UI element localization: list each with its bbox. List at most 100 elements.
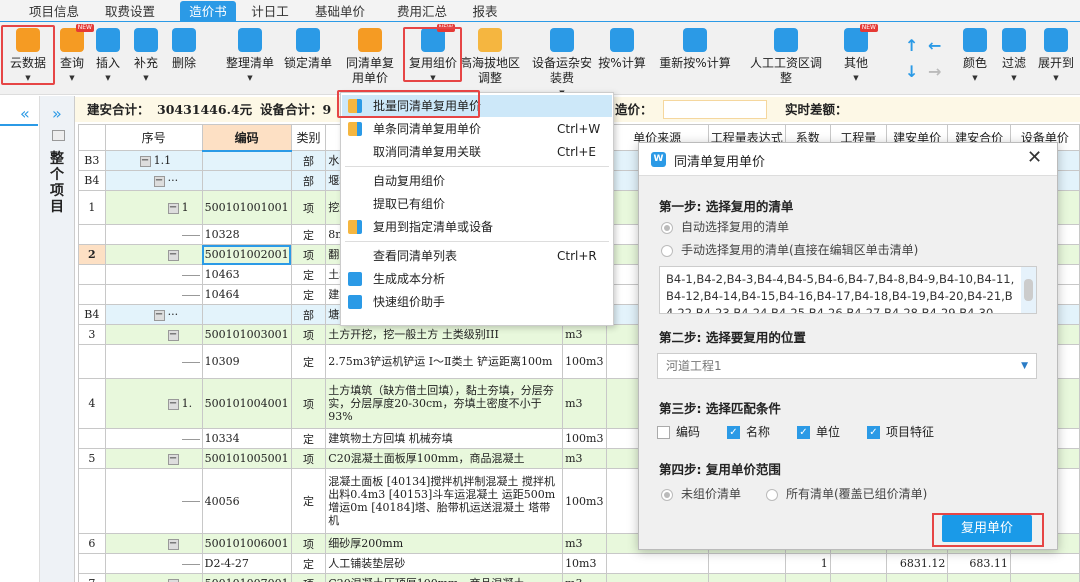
unpriced-only-radio[interactable]: 未组价清单 (661, 485, 741, 502)
collapse-icon[interactable]: − (167, 202, 179, 214)
column-header-0[interactable] (78, 124, 106, 151)
condition-checkbox-2[interactable]: ✓ 单位 (797, 423, 840, 440)
toolbar-button-4[interactable]: 删除 (168, 26, 200, 71)
code-cell[interactable]: 10328 (201, 224, 292, 245)
manual-select-radio[interactable]: 手动选择复用的清单(直接在编辑区单击清单) (661, 241, 918, 258)
location-select[interactable]: 河道工程1 ▼ (657, 353, 1037, 379)
tree-line (181, 563, 200, 565)
menu-item-6[interactable]: 复用到指定清单或设备 (342, 216, 612, 238)
tab-0[interactable]: 项目信息 (22, 1, 86, 22)
scroll-thumb[interactable] (1024, 279, 1033, 301)
toolbar-button-2[interactable]: 插入 ▼ (92, 26, 124, 86)
close-icon[interactable]: ✕ (1027, 147, 1042, 168)
code-cell[interactable]: 10463 (201, 264, 292, 285)
toolbar-button-11[interactable]: 按%计算 (595, 26, 649, 71)
list-scrollbar[interactable] (1021, 267, 1036, 313)
column-header-3[interactable]: 类别 (290, 124, 327, 151)
auto-select-radio[interactable]: 自动选择复用的清单 (661, 218, 789, 235)
row-number (78, 284, 106, 305)
toolbar-button-5[interactable]: 整理清单 ▼ (222, 26, 278, 86)
unit-cell-text: 100m3 (565, 355, 604, 368)
code-cell[interactable]: 500101004001 (201, 378, 292, 429)
reuse-price-dialog: W 同清单复用单价 ✕ 第一步: 选择复用的清单 自动选择复用的清单 手动选择复… (638, 142, 1058, 550)
code-cell[interactable]: 10464 (201, 284, 292, 305)
menu-item-9[interactable]: 生成成本分析 (342, 268, 612, 290)
move-down-icon[interactable]: ↓ (905, 62, 918, 81)
toolbar-button-10[interactable]: 设备运杂安装费▼ (532, 26, 592, 101)
tab-4[interactable]: 基础单价 (308, 1, 372, 22)
dropdown-arrow-icon: ▼ (247, 74, 253, 82)
collapse-icon[interactable]: − (167, 398, 179, 410)
table-row[interactable]: D2-4-27 定 人工铺装垫层砂 10m3 1 6831.12 683.11 (78, 553, 1080, 574)
code-cell[interactable] (201, 170, 292, 191)
column-header-1[interactable]: 序号 (104, 124, 203, 151)
reuse-price-button[interactable]: 复用单价 (942, 515, 1032, 542)
toolbar-button-6[interactable]: 锁定清单 (280, 26, 336, 71)
menu-item-2[interactable]: 取消同清单复用关联 Ctrl+E (342, 141, 612, 163)
target-price-input[interactable] (663, 100, 767, 119)
menu-item-5[interactable]: 提取已有组价 (342, 193, 612, 215)
collapse-icon[interactable]: − (167, 578, 179, 582)
toolbar-label: 整理清单 (225, 56, 274, 70)
tab-1[interactable]: 取费设置 (98, 1, 162, 22)
toolbar-label: 重新按%计算 (659, 56, 731, 70)
code-cell[interactable]: 500101003001 (201, 324, 292, 345)
move-up-icon[interactable]: ↑ (905, 36, 918, 55)
move-right-icon[interactable]: → (928, 62, 941, 81)
toolbar-button-14[interactable]: NEW 其他 ▼ (838, 24, 878, 86)
code-cell[interactable]: 500101001001 (201, 190, 292, 225)
column-header-2[interactable]: 编码 (201, 124, 292, 152)
expand-right-icon[interactable]: » (52, 104, 62, 123)
code-cell[interactable]: 10334 (201, 428, 292, 449)
main-tab-bar: 项目信息 取费设置 造价书 计日工 基础单价 费用汇总 报表 (0, 0, 1080, 22)
code-cell[interactable]: 500101002001 (201, 244, 292, 265)
collapse-icon[interactable]: − (167, 538, 179, 550)
toolbar-button-3[interactable]: 补充 ▼ (128, 26, 164, 86)
collapse-icon[interactable]: − (167, 249, 179, 261)
code-cell[interactable]: 500101006001 (201, 533, 292, 554)
toolbar-button-13[interactable]: 人工工资区调整 (748, 26, 824, 86)
code-cell[interactable] (201, 304, 292, 325)
tab-2[interactable]: 造价书 (180, 1, 236, 22)
code-cell[interactable] (201, 150, 292, 171)
collapse-icon[interactable]: − (167, 329, 179, 341)
price-source-cell (605, 573, 709, 582)
collapse-left-icon[interactable]: « (20, 104, 30, 123)
menu-item-1[interactable]: 单条同清单复用单价 Ctrl+W (342, 118, 612, 140)
code-cell[interactable]: 500101005001 (201, 448, 292, 469)
condition-checkbox-0[interactable]: 编码 (657, 423, 700, 440)
toolbar-button-16[interactable]: 过滤 ▼ (996, 26, 1032, 86)
step1-heading: 第一步: 选择复用的清单 (659, 199, 794, 214)
tab-5[interactable]: 费用汇总 (390, 1, 454, 22)
name-cell-text: 人工铺装垫层砂 (328, 557, 406, 570)
seq-cell (104, 264, 203, 285)
code-cell[interactable]: 500101007001 (201, 573, 292, 582)
tab-6[interactable]: 报表 (465, 1, 505, 22)
condition-checkbox-3[interactable]: ✓ 项目特征 (867, 423, 934, 440)
tab-3[interactable]: 计日工 (248, 1, 292, 22)
menu-item-4[interactable]: 自动复用组价 (342, 170, 612, 192)
code-cell[interactable]: 40056 (201, 468, 292, 534)
collapse-icon[interactable]: − (153, 175, 165, 187)
table-row[interactable]: 7 − 500101007001 项 C20混凝土压顶厚100mm，商品混凝土 m3 (78, 573, 1080, 582)
row-number: 1 (78, 190, 106, 225)
condition-checkbox-1[interactable]: ✓ 名称 (727, 423, 770, 440)
toolbar-button-17[interactable]: 展开到 ▼ (1034, 26, 1078, 86)
recalc-percent-icon (683, 28, 707, 52)
toolbar-button-1[interactable]: NEW 查询 ▼ (55, 24, 94, 86)
collapse-icon[interactable]: − (153, 309, 165, 321)
collapse-icon[interactable]: − (167, 453, 179, 465)
toolbar-button-12[interactable]: 重新按%计算 (655, 26, 735, 71)
menu-item-10[interactable]: 快速组价助手 (342, 291, 612, 313)
toolbar-button-9[interactable]: 高海拔地区调整 (460, 26, 520, 86)
move-left-icon[interactable]: ← (928, 36, 941, 55)
collapse-icon[interactable]: − (139, 155, 151, 167)
menu-item-8[interactable]: 查看同清单列表 Ctrl+R (342, 245, 612, 267)
code-cell[interactable]: 10309 (201, 344, 292, 379)
selected-list-box[interactable]: B4-1,B4-2,B4-3,B4-4,B4-5,B4-6,B4-7,B4-8,… (659, 266, 1037, 314)
code-cell[interactable]: D2-4-27 (201, 553, 292, 574)
type-cell-text: 项 (302, 328, 314, 342)
all-bills-radio[interactable]: 所有清单(覆盖已组价清单) (766, 485, 927, 502)
toolbar-button-15[interactable]: 颜色 ▼ (957, 26, 993, 86)
whole-project-node[interactable]: 整个项目 (50, 151, 66, 215)
